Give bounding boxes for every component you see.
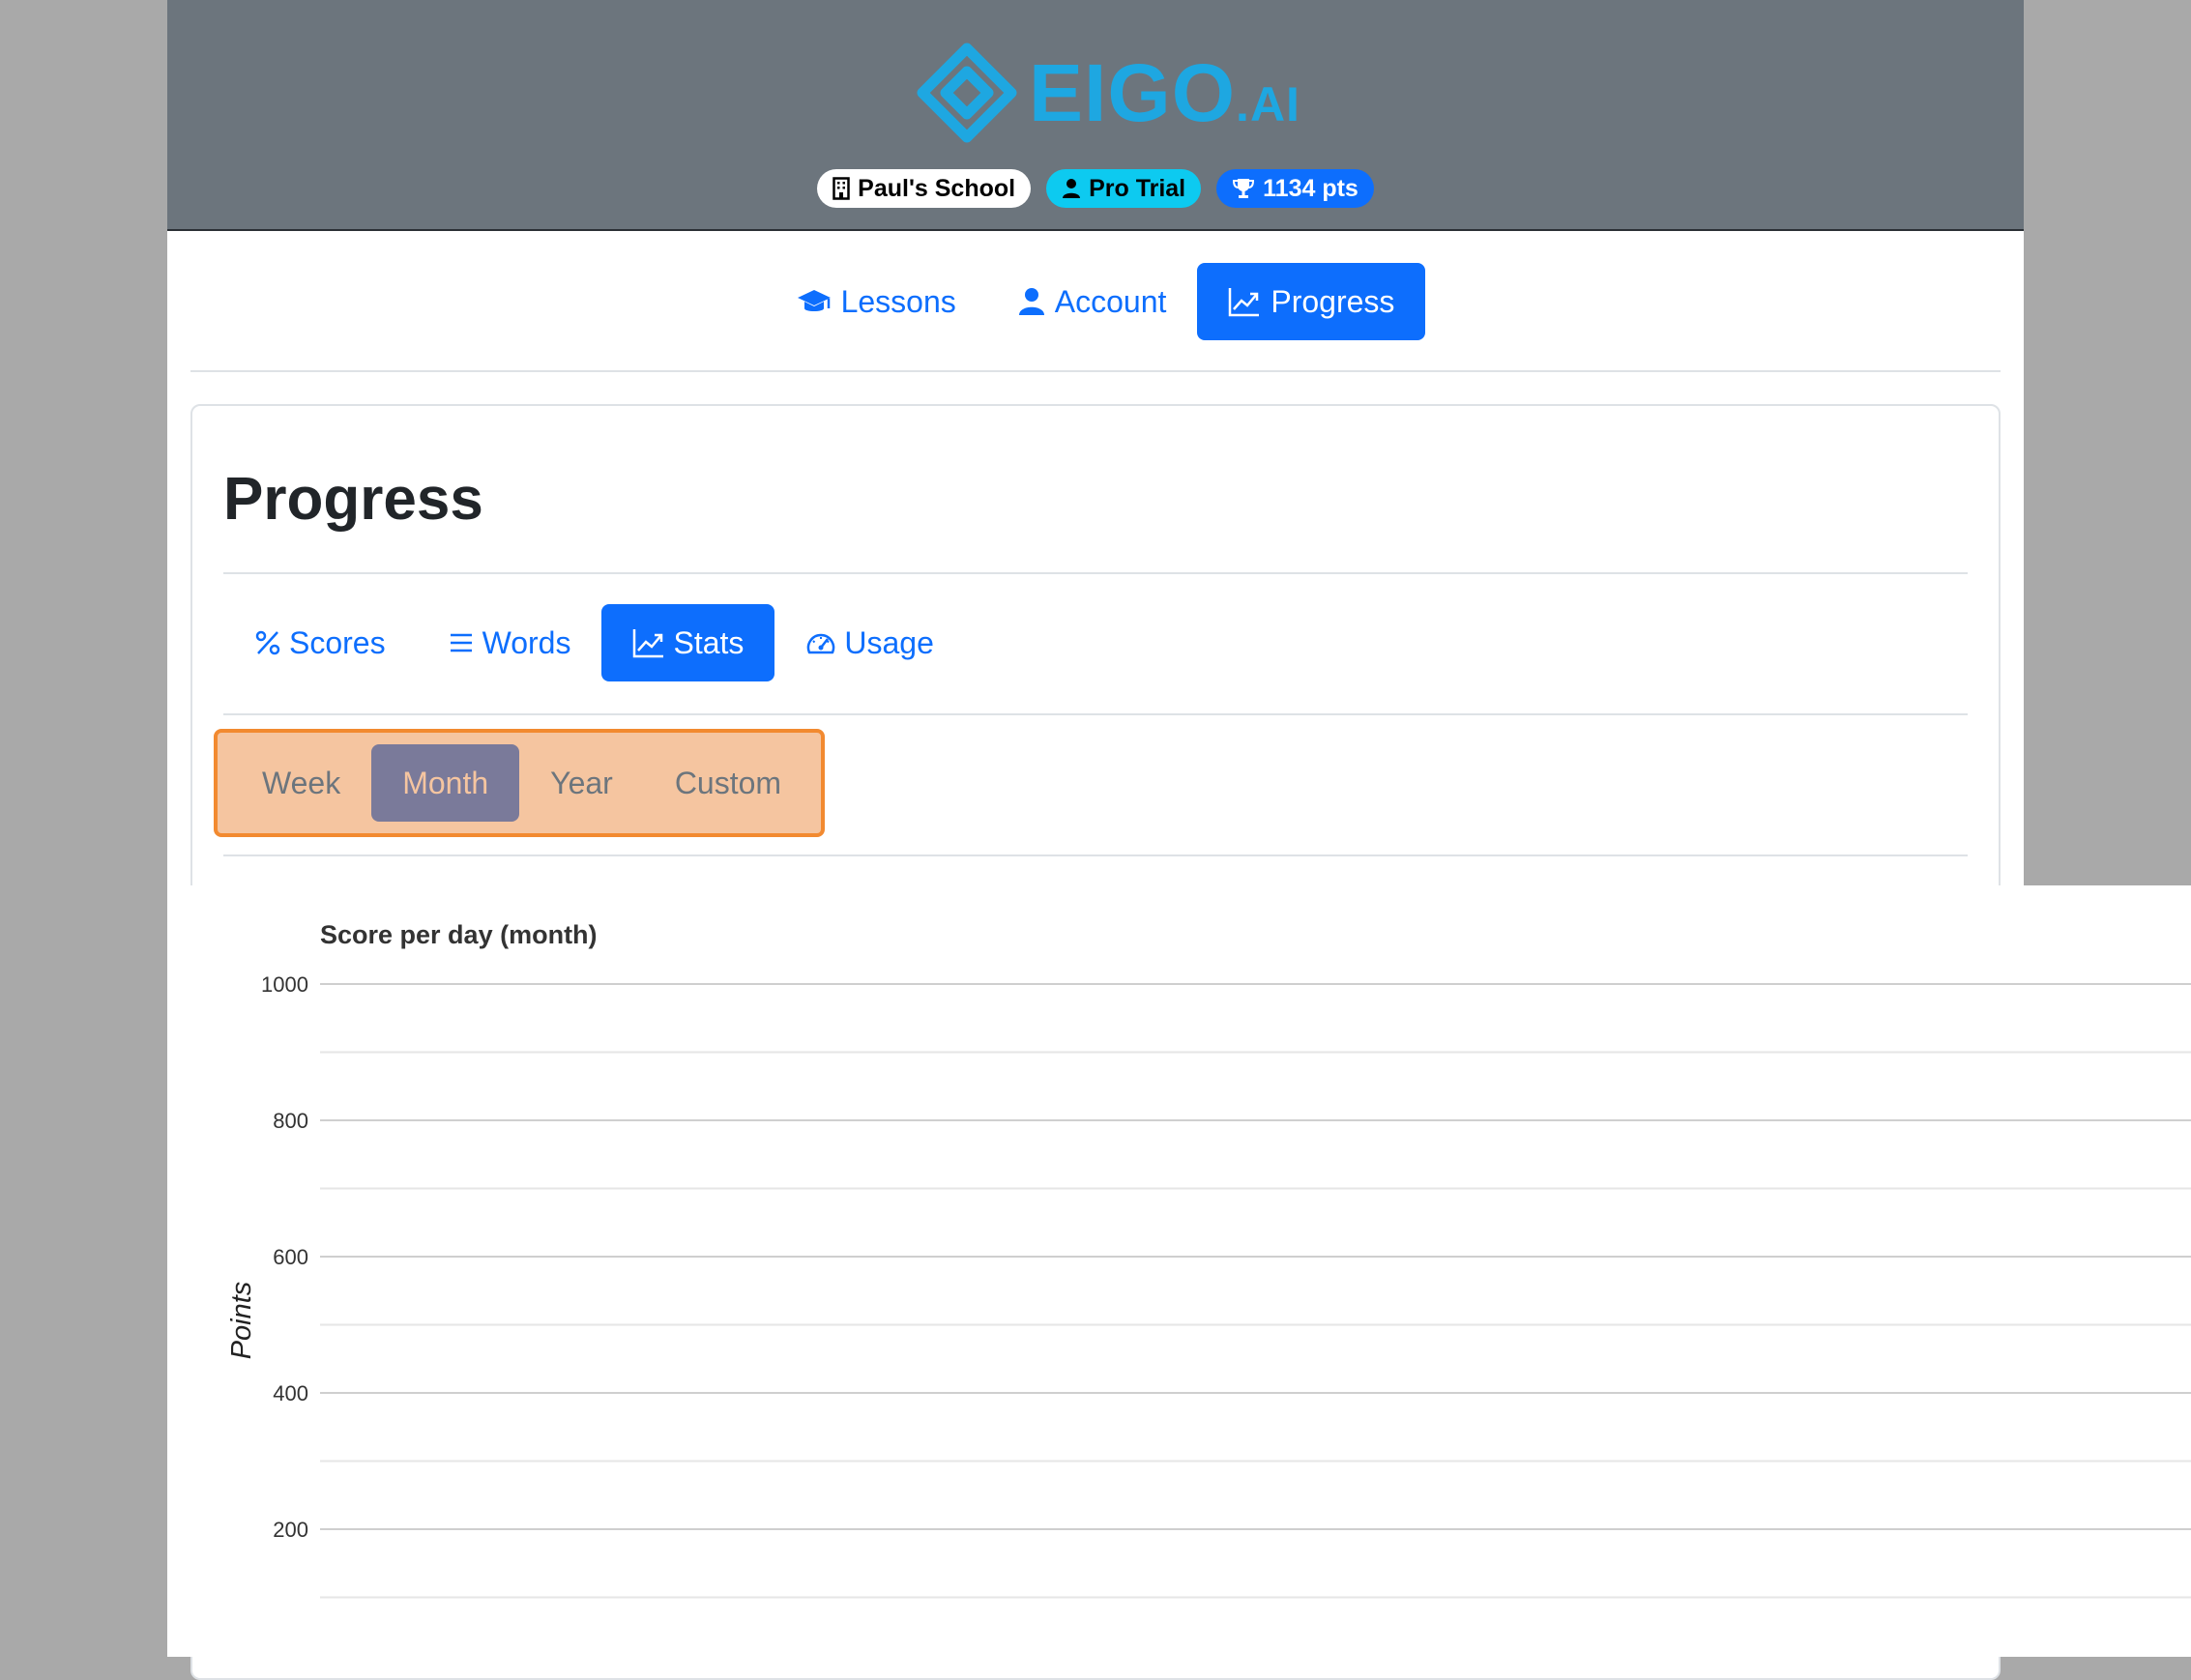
- chart-line-icon: [1229, 288, 1260, 317]
- progress-tabs: Scores Words Stats Usage: [223, 604, 965, 681]
- y-axis-ticks: 02004006008001000: [261, 972, 308, 1657]
- score-chart: 02004006008001000 Score per day (month) …: [226, 920, 2191, 1657]
- y-tick-label: 200: [273, 1518, 308, 1542]
- period-week-button[interactable]: Week: [231, 744, 371, 822]
- nav-progress[interactable]: Progress: [1197, 263, 1426, 340]
- school-badge: Paul's School: [817, 169, 1032, 208]
- points-value: 1134 pts: [1263, 174, 1358, 202]
- tab-words[interactable]: Words: [417, 604, 602, 681]
- tab-usage-label: Usage: [844, 624, 934, 660]
- tab-stats[interactable]: Stats: [601, 604, 775, 681]
- nav-account-label: Account: [1054, 283, 1167, 319]
- tabs-divider: [223, 713, 1968, 715]
- points-badge: 1134 pts: [1216, 169, 1374, 208]
- plan-badge: Pro Trial: [1046, 169, 1202, 208]
- nav-lessons-label: Lessons: [840, 283, 956, 319]
- tab-words-label: Words: [482, 624, 571, 660]
- period-month-button[interactable]: Month: [371, 744, 520, 822]
- period-year-button[interactable]: Year: [519, 744, 644, 822]
- logo[interactable]: EIGO.AI: [917, 39, 1300, 147]
- nav-lessons[interactable]: Lessons: [766, 263, 987, 340]
- list-icon: [450, 633, 472, 652]
- main-nav: Lessons Account Progress: [167, 263, 2024, 340]
- school-name: Paul's School: [858, 174, 1016, 202]
- user-icon: [1018, 288, 1044, 315]
- header-badges: Paul's School Pro Trial 1134 pts: [167, 169, 2024, 208]
- period-divider: [223, 854, 1968, 856]
- nav-divider: [190, 370, 2001, 372]
- speedometer-icon: [807, 633, 835, 654]
- header: EIGO.AI Paul's School Pro Trial 1134 pts: [167, 0, 2024, 231]
- chart-line-icon: [633, 629, 664, 658]
- y-tick-label: 1000: [261, 972, 308, 997]
- y-tick-label: 400: [273, 1381, 308, 1405]
- tab-stats-label: Stats: [673, 624, 745, 660]
- page-title: Progress: [223, 466, 483, 533]
- plan-name: Pro Trial: [1089, 174, 1186, 202]
- user-icon: [1063, 179, 1081, 198]
- score-chart-panel: 02004006008001000 Score per day (month) …: [167, 885, 2191, 1657]
- trophy-icon: [1233, 179, 1255, 198]
- title-divider: [223, 572, 1968, 574]
- tab-usage[interactable]: Usage: [774, 604, 965, 681]
- tab-scores-label: Scores: [289, 624, 386, 660]
- y-tick-label: 800: [273, 1109, 308, 1133]
- chart-title: Score per day (month): [320, 920, 598, 949]
- y-tick-label: 600: [273, 1245, 308, 1269]
- period-selector: Week Month Year Custom: [214, 729, 825, 837]
- y-axis-label: Points: [226, 1282, 257, 1360]
- logo-text: EIGO.AI: [1029, 47, 1300, 138]
- tab-scores[interactable]: Scores: [223, 604, 417, 681]
- percent-icon: [255, 630, 280, 655]
- nav-account[interactable]: Account: [987, 263, 1198, 340]
- logo-icon: [917, 43, 1017, 143]
- nav-progress-label: Progress: [1271, 283, 1395, 319]
- graduation-cap-icon: [797, 290, 831, 311]
- building-icon: [833, 177, 850, 200]
- chart-grid: [320, 983, 2191, 1599]
- period-custom-button[interactable]: Custom: [644, 744, 812, 822]
